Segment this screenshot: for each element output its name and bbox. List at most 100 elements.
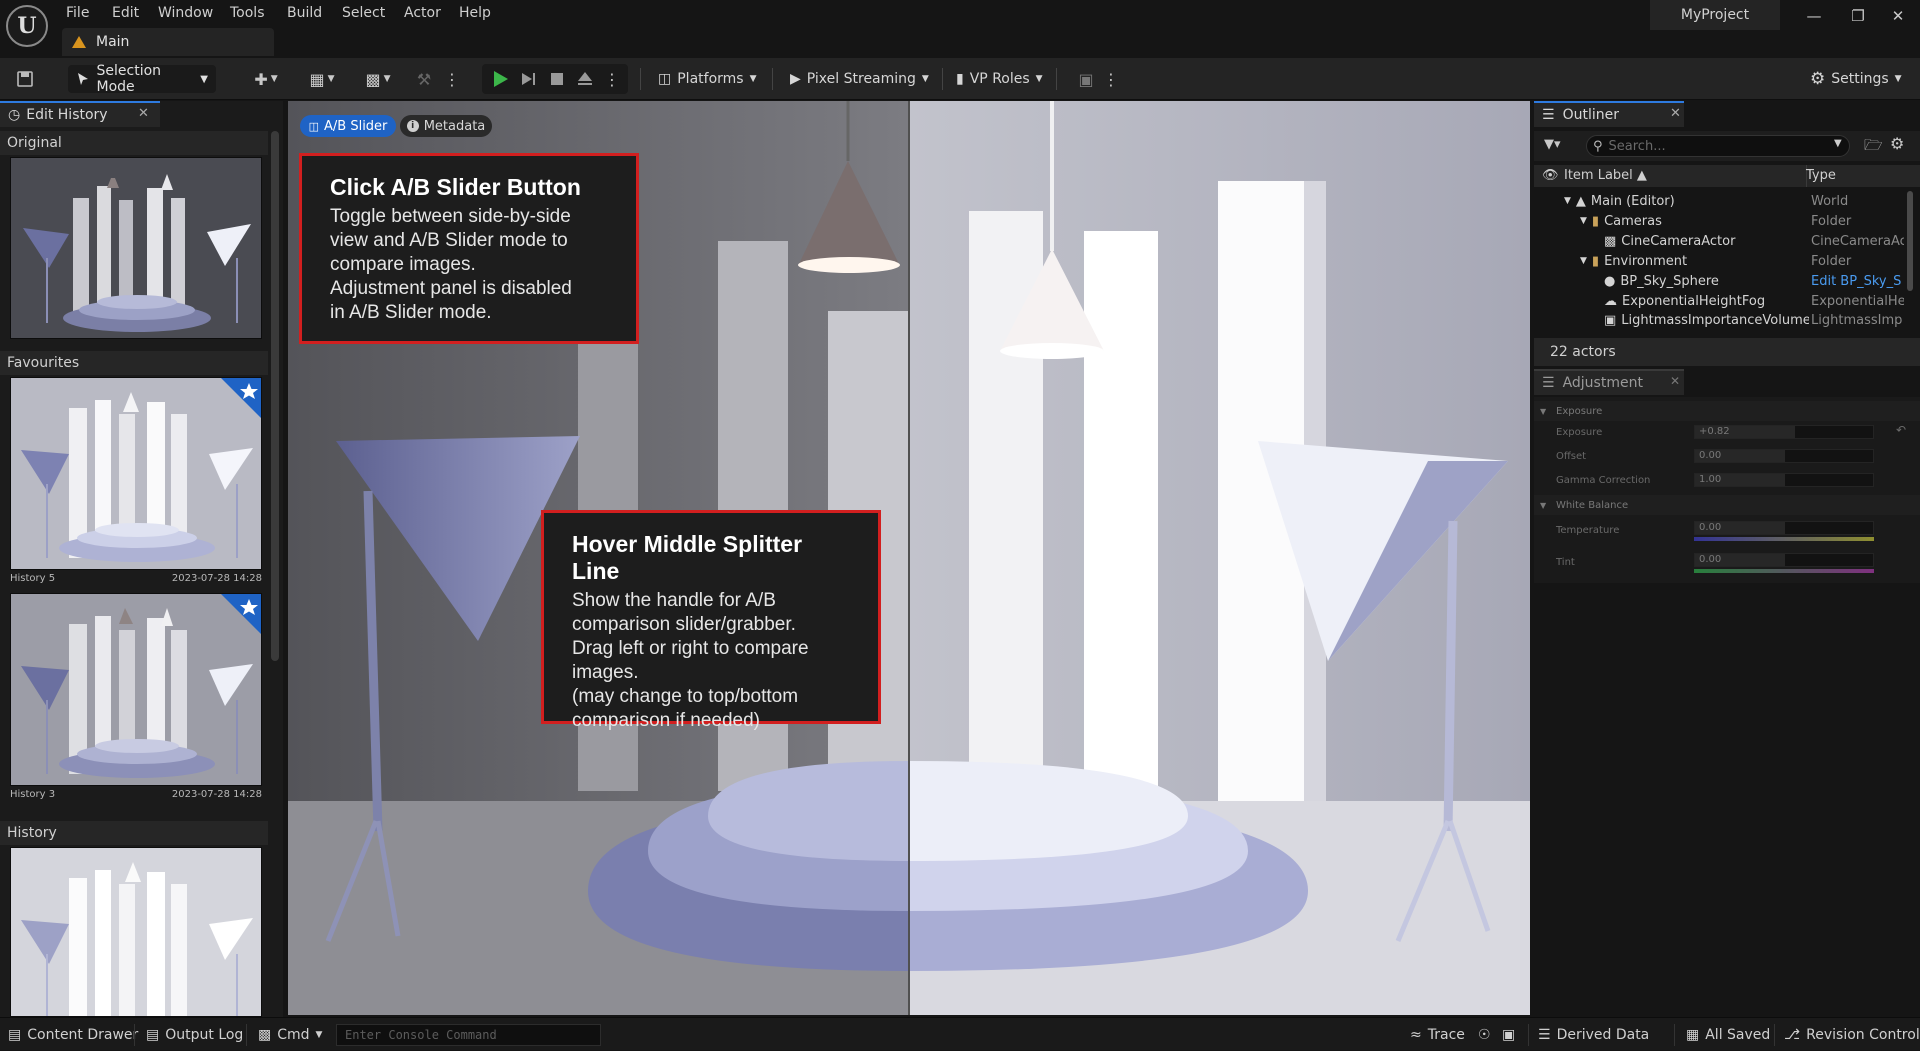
outliner-row[interactable]: ▣ LightmassImportanceVolume LightmassImp bbox=[1534, 311, 1904, 329]
close-icon[interactable]: ✕ bbox=[138, 106, 149, 121]
close-icon[interactable]: ✕ bbox=[1670, 106, 1681, 121]
toolbar-separator bbox=[942, 68, 943, 90]
close-icon[interactable]: ✕ bbox=[1670, 374, 1680, 388]
content-drawer-button[interactable]: ▤ Content Drawer bbox=[8, 1018, 138, 1051]
outliner-row[interactable]: ▼ ▲ Main (Editor) World bbox=[1534, 191, 1904, 211]
blueprint-icon[interactable]: ▦ ▼ bbox=[302, 66, 342, 92]
restore-icon[interactable]: ❐ bbox=[1836, 0, 1880, 32]
output-log-button[interactable]: ▤ Output Log bbox=[146, 1018, 243, 1051]
menu-select[interactable]: Select bbox=[342, 2, 385, 24]
edit-blueprint-link[interactable]: Edit BP_Sky_S bbox=[1811, 274, 1904, 289]
stop-icon[interactable] bbox=[546, 66, 568, 92]
tree-expand-icon[interactable]: ▼ bbox=[1580, 256, 1587, 266]
outliner-row[interactable]: ▼ ▮ Cameras Folder bbox=[1534, 211, 1904, 231]
step-icon[interactable] bbox=[518, 66, 540, 92]
edit-history-tab[interactable]: ◷ Edit History bbox=[0, 101, 160, 127]
main-toolbar: Selection Mode ▼ ✚ ▼ ▦ ▼ ▩ ▼ ⚒ ⋮ ⋮ ◫ Platfo… bbox=[0, 58, 1920, 100]
ab-comparison-viewport[interactable]: ◫ A/B Slider i Metadata Click A/B Slider… bbox=[288, 101, 1530, 1015]
filter-icon[interactable]: ▼▾ bbox=[1544, 137, 1561, 152]
cmd-dropdown[interactable]: ▩ Cmd ▼ bbox=[258, 1018, 322, 1051]
adjustment-title: Adjustment bbox=[1562, 375, 1643, 391]
menu-actor[interactable]: Actor bbox=[404, 2, 441, 24]
ab-slider-button[interactable]: ◫ A/B Slider bbox=[300, 115, 396, 137]
temperature-field[interactable]: 0.00 bbox=[1694, 521, 1874, 535]
tint-field[interactable]: 0.00 bbox=[1694, 553, 1874, 567]
vr-icon[interactable]: ▣ bbox=[1072, 66, 1100, 92]
tree-expand-icon[interactable]: ▼ bbox=[1580, 216, 1587, 226]
unreal-logo-icon[interactable]: U bbox=[6, 5, 48, 47]
play-options-icon[interactable]: ⋮ bbox=[604, 66, 620, 92]
outliner-search-input[interactable]: ⚲ Search... bbox=[1586, 135, 1850, 157]
add-actor-icon[interactable]: ✚ ▼ bbox=[248, 66, 284, 92]
more-options-icon[interactable]: ⋮ bbox=[444, 66, 460, 92]
outliner-row[interactable]: ▩ CineCameraActor CineCameraAc bbox=[1534, 231, 1904, 251]
outliner-scrollbar[interactable] bbox=[1907, 191, 1913, 291]
settings-dropdown[interactable]: ⚙ Settings ▼ bbox=[1804, 66, 1908, 92]
selection-mode-dropdown[interactable]: Selection Mode ▼ bbox=[68, 63, 216, 95]
cinematics-icon[interactable]: ▩ ▼ bbox=[358, 66, 398, 92]
menu-tools[interactable]: Tools bbox=[230, 2, 265, 24]
pixel-streaming-dropdown[interactable]: ▶ Pixel Streaming ▼ bbox=[784, 66, 935, 92]
derived-data-button[interactable]: ☰ Derived Data bbox=[1538, 1018, 1649, 1051]
all-saved-button[interactable]: ▦ All Saved bbox=[1686, 1018, 1770, 1051]
reset-icon[interactable]: ↶ bbox=[1896, 423, 1906, 437]
history-thumbnail[interactable] bbox=[10, 847, 262, 1017]
vp-roles-icon: ▮ bbox=[956, 71, 964, 87]
outliner-row[interactable]: ● BP_Sky_Sphere Edit BP_Sky_S bbox=[1534, 271, 1904, 291]
tint-value: 0.00 bbox=[1699, 554, 1722, 565]
adjustment-tab[interactable]: ☰ Adjustment bbox=[1534, 369, 1684, 395]
platforms-icon: ◫ bbox=[658, 71, 672, 87]
outliner-icon: ☰ bbox=[1542, 107, 1555, 123]
play-icon[interactable] bbox=[490, 66, 512, 92]
menu-build[interactable]: Build bbox=[287, 2, 322, 24]
collapse-icon[interactable]: ▼ bbox=[1540, 407, 1546, 416]
save-icon[interactable] bbox=[12, 66, 38, 92]
row-type: CineCameraAc bbox=[1811, 233, 1904, 249]
tree-expand-icon[interactable]: ▼ bbox=[1564, 196, 1571, 206]
menu-window[interactable]: Window bbox=[158, 2, 213, 24]
offset-field[interactable]: 0.00 bbox=[1694, 449, 1874, 463]
visibility-icon[interactable]: 👁 bbox=[1542, 168, 1559, 183]
output-log-label: Output Log bbox=[165, 1026, 244, 1043]
favourite-star-icon[interactable] bbox=[221, 594, 261, 634]
column-type[interactable]: Type bbox=[1806, 168, 1836, 183]
screenshot-icon[interactable]: ▣ bbox=[1502, 1018, 1515, 1051]
metadata-button[interactable]: i Metadata bbox=[400, 115, 492, 137]
revision-control-button[interactable]: ⎇ Revision Control bbox=[1784, 1018, 1920, 1051]
gamma-field[interactable]: 1.00 bbox=[1694, 473, 1874, 487]
exposure-field[interactable]: +0.82 bbox=[1694, 425, 1874, 439]
tab-main[interactable]: Main bbox=[62, 28, 274, 56]
play-controls: ⋮ bbox=[482, 64, 628, 94]
outliner-tab[interactable]: ☰ Outliner bbox=[1534, 101, 1684, 127]
add-folder-icon[interactable]: 🗁 bbox=[1864, 135, 1883, 160]
chevron-down-icon[interactable]: ▼ bbox=[1834, 138, 1842, 149]
history-scrollbar[interactable] bbox=[271, 131, 279, 661]
menu-file[interactable]: File bbox=[66, 2, 89, 24]
close-icon[interactable]: ✕ bbox=[1876, 0, 1920, 32]
original-thumbnail[interactable] bbox=[10, 157, 262, 339]
console-command-input[interactable]: Enter Console Command bbox=[336, 1024, 601, 1046]
gear-icon[interactable]: ⚙ bbox=[1890, 134, 1904, 153]
menu-edit[interactable]: Edit bbox=[112, 2, 139, 24]
vp-roles-dropdown[interactable]: ▮ VP Roles ▼ bbox=[950, 66, 1049, 92]
search-placeholder: Search... bbox=[1608, 138, 1666, 154]
settings-label: Settings bbox=[1831, 71, 1889, 87]
favourite-thumbnail[interactable] bbox=[10, 377, 262, 570]
ab-splitter-line[interactable] bbox=[908, 101, 910, 1015]
column-item-label[interactable]: Item Label ▲ bbox=[1564, 168, 1647, 183]
favourite-star-icon[interactable] bbox=[221, 378, 261, 418]
record-icon[interactable]: ☉ bbox=[1478, 1018, 1491, 1051]
toolbar-separator bbox=[640, 68, 641, 90]
more-options-icon[interactable]: ⋮ bbox=[1103, 66, 1119, 92]
minimize-icon[interactable]: — bbox=[1792, 0, 1836, 32]
build-icon[interactable]: ⚒ bbox=[410, 66, 438, 92]
outliner-row[interactable]: ▼ ▮ Environment Folder bbox=[1534, 251, 1904, 271]
platforms-dropdown[interactable]: ◫ Platforms ▼ bbox=[652, 66, 763, 92]
trace-button[interactable]: ≈ Trace bbox=[1410, 1018, 1465, 1051]
outliner-row[interactable]: ☁ ExponentialHeightFog ExponentialHei bbox=[1534, 291, 1904, 311]
eject-icon[interactable] bbox=[574, 66, 596, 92]
section-favourites: Favourites bbox=[0, 351, 268, 375]
collapse-icon[interactable]: ▼ bbox=[1540, 501, 1546, 510]
menu-help[interactable]: Help bbox=[459, 2, 491, 24]
favourite-thumbnail[interactable] bbox=[10, 593, 262, 786]
